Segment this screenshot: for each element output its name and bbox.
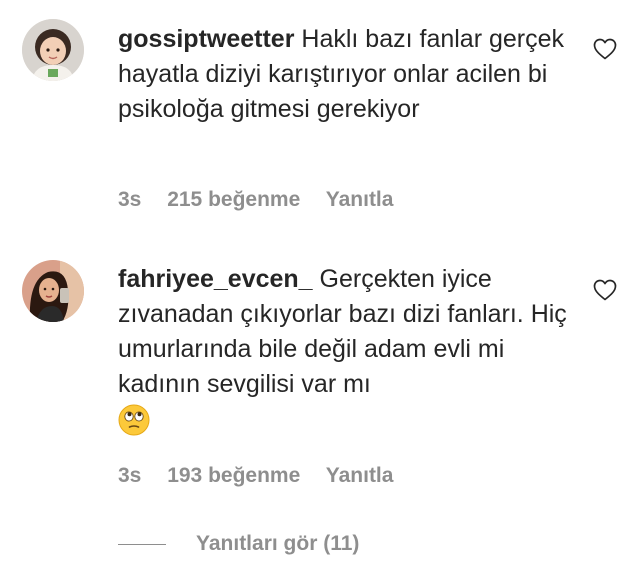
comment-time[interactable]: 3s — [118, 464, 141, 487]
comment-body: fahriyee_evcen_ Gerçekten iyice zıvanada… — [118, 262, 578, 437]
heart-outline-icon — [593, 38, 617, 60]
heart-outline-icon — [593, 279, 617, 301]
comment-meta: 3s 193 beğenme Yanıtla — [118, 464, 413, 488]
comment-username[interactable]: fahriyee_evcen_ — [118, 265, 313, 293]
comment-likes[interactable]: 215 beğenme — [167, 188, 300, 211]
comment-likes[interactable]: 193 beğenme — [167, 464, 300, 487]
view-replies-button[interactable]: Yanıtları gör (11) — [118, 529, 359, 559]
comment-username[interactable]: gossiptweetter — [118, 25, 294, 53]
like-button[interactable] — [593, 38, 617, 60]
child-avatar-icon — [22, 19, 84, 81]
reply-button[interactable]: Yanıtla — [326, 464, 394, 487]
view-replies-label[interactable]: Yanıtları gör (11) — [196, 532, 359, 556]
comment-time[interactable]: 3s — [118, 188, 141, 211]
comment-meta: 3s 215 beğenme Yanıtla — [118, 188, 413, 212]
like-button[interactable] — [593, 279, 617, 301]
comment-body: gossiptweetter Haklı bazı fanlar gerçek … — [118, 22, 578, 127]
face-with-rolling-eyes-emoji — [118, 404, 150, 436]
avatar[interactable] — [22, 260, 84, 322]
avatar[interactable] — [22, 19, 84, 81]
reply-button[interactable]: Yanıtla — [326, 188, 394, 211]
woman-selfie-avatar-icon — [22, 260, 84, 322]
divider-line — [118, 543, 166, 545]
